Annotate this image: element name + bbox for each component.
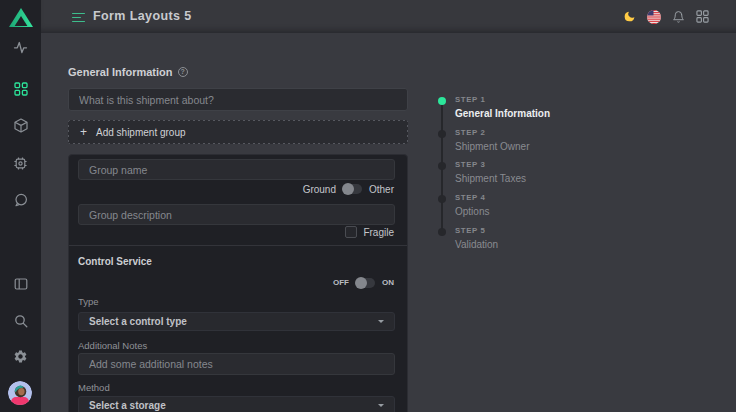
app-logo[interactable] <box>0 0 41 34</box>
language-flag-icon[interactable] <box>647 10 661 24</box>
ground-other-toggle-row: Ground Other <box>303 182 394 196</box>
step-dot-3 <box>438 162 446 170</box>
type-label: Type <box>78 296 99 307</box>
cube-icon <box>14 118 28 133</box>
add-group-label: Add shipment group <box>96 127 186 138</box>
toggle-right-label: Other <box>369 184 394 195</box>
stepper-step-3[interactable]: STEP 3 Shipment Taxes <box>455 160 526 184</box>
sidebar <box>0 0 41 412</box>
control-type-value: Select a control type <box>89 316 187 327</box>
additional-notes-input[interactable] <box>78 353 395 375</box>
group-description-input[interactable] <box>78 204 395 225</box>
toggle-knob <box>342 183 354 195</box>
sidebar-toggle-layout[interactable] <box>13 276 28 291</box>
storage-method-select[interactable]: Select a storage <box>78 396 395 412</box>
sidebar-settings[interactable] <box>13 349 28 364</box>
shipment-about-input[interactable] <box>68 88 408 111</box>
sidebar-item-layouts[interactable] <box>13 81 28 96</box>
chevron-down-icon <box>378 320 384 323</box>
menu-toggle-icon[interactable] <box>72 13 85 24</box>
page-title: Form Layouts 5 <box>93 0 192 33</box>
fragile-checkbox[interactable] <box>345 226 357 238</box>
notes-label: Additional Notes <box>78 340 147 351</box>
toggle-left-label: Ground <box>303 184 336 195</box>
add-shipment-group-button[interactable]: + Add shipment group <box>68 120 408 144</box>
notifications-bell-icon[interactable] <box>672 10 685 24</box>
section-title: General Information ? <box>68 66 188 78</box>
control-service-toggle-row: OFF ON <box>333 276 394 289</box>
sidebar-search[interactable] <box>13 313 28 328</box>
help-icon[interactable]: ? <box>178 67 188 77</box>
header: Form Layouts 5 <box>41 0 736 33</box>
toggle-knob <box>355 277 367 289</box>
step-dot-1 <box>438 97 446 105</box>
off-label: OFF <box>333 278 349 287</box>
apps-grid-icon[interactable] <box>696 10 709 23</box>
on-label: ON <box>382 278 394 287</box>
method-label: Method <box>78 382 110 393</box>
grid-icon <box>14 82 28 96</box>
theme-moon-icon[interactable] <box>623 10 636 23</box>
storage-method-value: Select a storage <box>89 400 166 411</box>
user-avatar[interactable] <box>8 381 32 405</box>
fragile-row: Fragile <box>345 225 394 239</box>
header-actions <box>623 0 709 33</box>
stepper-step-2[interactable]: STEP 2 Shipment Owner <box>455 128 529 152</box>
sidebar-item-components[interactable] <box>13 118 28 133</box>
section-title-text: General Information <box>68 66 173 78</box>
step-dot-4 <box>438 195 446 203</box>
logo-triangle-icon <box>9 8 33 27</box>
activity-icon <box>13 40 28 55</box>
group-name-input[interactable] <box>78 159 395 180</box>
step-dot-2 <box>438 130 446 138</box>
chat-bubble-icon <box>14 193 28 207</box>
content: General Information ? + Add shipment gro… <box>41 33 736 412</box>
sidebar-item-hardware[interactable] <box>13 156 28 171</box>
ground-other-toggle[interactable] <box>343 184 362 194</box>
layout-icon <box>14 277 28 291</box>
stepper-step-1[interactable]: STEP 1 General Information <box>455 95 550 119</box>
control-service-label: Control Service <box>78 256 152 267</box>
plus-icon: + <box>80 126 87 138</box>
chevron-down-icon <box>378 404 384 407</box>
panel-divider <box>69 245 407 246</box>
avatar-image <box>8 381 32 405</box>
gear-icon <box>13 349 28 364</box>
stepper-step-4[interactable]: STEP 4 Options <box>455 193 489 217</box>
shipment-group-panel: Ground Other Fragile Control Service OFF… <box>68 154 408 412</box>
chip-icon <box>13 156 28 171</box>
search-icon <box>14 314 28 328</box>
control-type-select[interactable]: Select a control type <box>78 312 395 331</box>
control-service-toggle[interactable] <box>356 278 375 288</box>
sidebar-item-messages[interactable] <box>13 192 28 207</box>
step-dot-5 <box>438 228 446 236</box>
fragile-label: Fragile <box>363 227 394 238</box>
sidebar-item-activity[interactable] <box>13 40 28 55</box>
stepper-step-5[interactable]: STEP 5 Validation <box>455 226 498 250</box>
